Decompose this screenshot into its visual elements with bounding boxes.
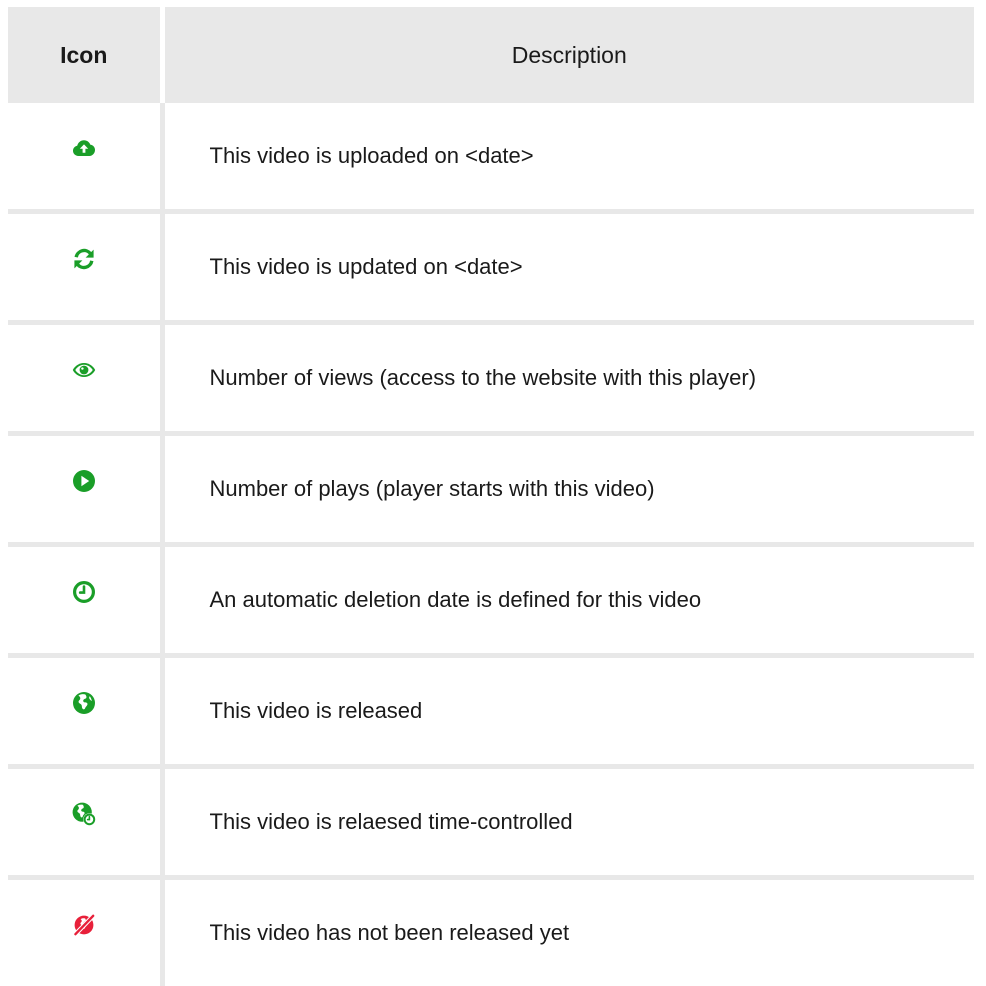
icon-cell	[8, 656, 162, 767]
icon-cell	[8, 767, 162, 878]
refresh-icon	[72, 247, 96, 271]
header-description-column: Description	[162, 7, 974, 103]
description-cell: This video is relaesed time-controlled	[162, 767, 974, 878]
icon-cell	[8, 545, 162, 656]
description-cell: This video is uploaded on <date>	[162, 103, 974, 212]
table-row: This video is updated on <date>	[8, 212, 974, 323]
icon-cell	[8, 323, 162, 434]
table-row: An automatic deletion date is defined fo…	[8, 545, 974, 656]
description-cell: Number of plays (player starts with this…	[162, 434, 974, 545]
table-row: This video is released	[8, 656, 974, 767]
globe-clock-icon	[72, 802, 96, 826]
table-row: Number of plays (player starts with this…	[8, 434, 974, 545]
table-row: This video is uploaded on <date>	[8, 103, 974, 212]
clock-icon	[72, 580, 96, 604]
icon-cell	[8, 212, 162, 323]
description-cell: Number of views (access to the website w…	[162, 323, 974, 434]
eye-icon	[72, 358, 96, 382]
description-cell: This video has not been released yet	[162, 878, 974, 986]
table-row: Number of views (access to the website w…	[8, 323, 974, 434]
description-cell: An automatic deletion date is defined fo…	[162, 545, 974, 656]
unreleased-icon	[72, 913, 96, 937]
description-cell: This video is released	[162, 656, 974, 767]
table-header: Icon Description	[8, 7, 974, 103]
globe-icon	[72, 691, 96, 715]
icon-cell	[8, 434, 162, 545]
cloud-upload-icon	[72, 136, 96, 160]
table-row: This video has not been released yet	[8, 878, 974, 986]
icon-cell	[8, 878, 162, 986]
header-icon-column: Icon	[8, 7, 162, 103]
icon-legend-table: Icon Description This video is uploaded …	[8, 7, 974, 986]
table-row: This video is relaesed time-controlled	[8, 767, 974, 878]
description-cell: This video is updated on <date>	[162, 212, 974, 323]
table-body: This video is uploaded on <date> This vi…	[8, 103, 974, 986]
header-row: Icon Description	[8, 7, 974, 103]
play-circle-icon	[72, 469, 96, 493]
icon-cell	[8, 103, 162, 212]
